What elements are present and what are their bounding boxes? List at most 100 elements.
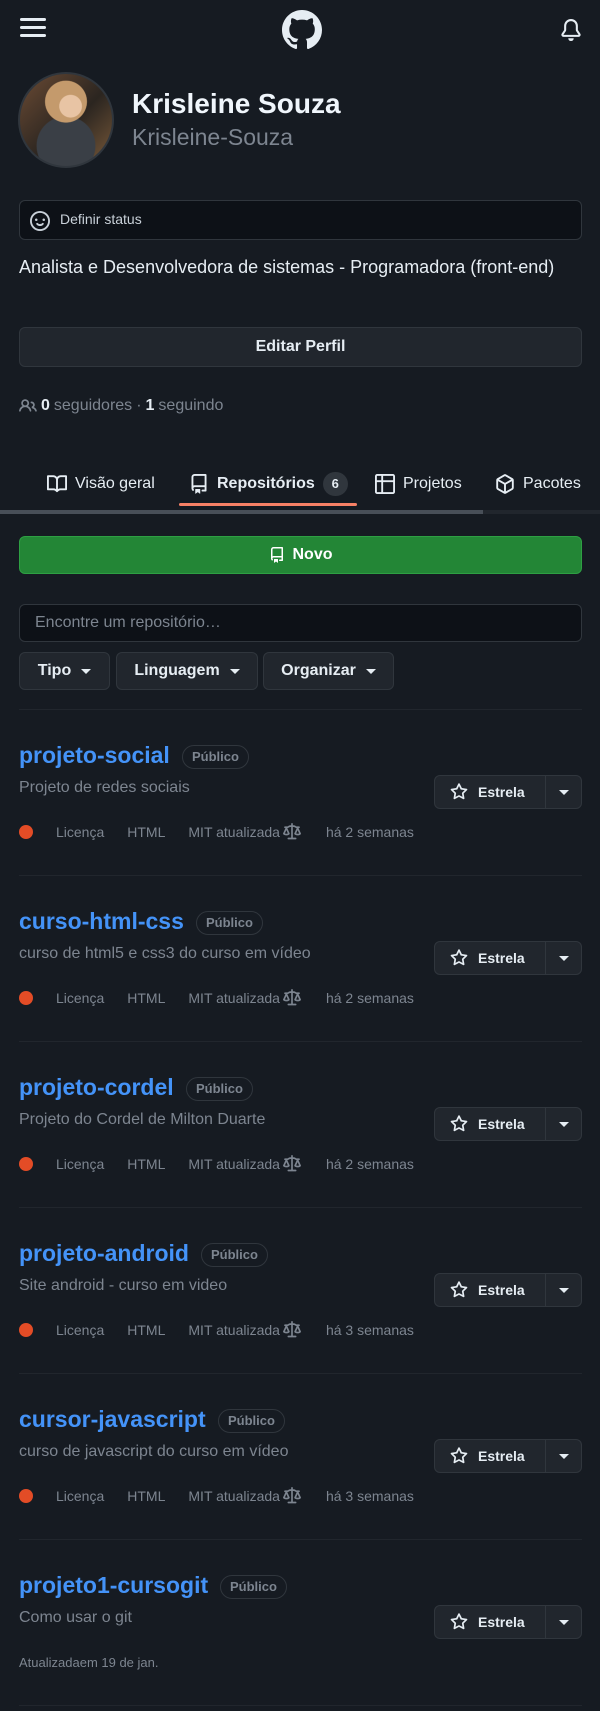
star-icon [450,1281,468,1298]
visibility-badge: Público [220,1575,287,1599]
set-status-button[interactable]: Definir status [19,200,582,240]
tab-packages[interactable]: Pacotes [495,460,581,508]
language-filter-button[interactable]: Linguagem [116,652,258,690]
language-color-dot [19,825,33,839]
set-status-label: Definir status [60,211,142,227]
following-label[interactable]: seguindo [158,397,223,415]
star-list-dropdown[interactable] [546,1605,582,1639]
chevron-down-icon [365,668,376,674]
github-logo-icon[interactable] [282,10,322,50]
profile-bio: Analista e Desenvolvedora de sistemas - … [19,257,555,277]
star-button-group: Estrela [434,1605,582,1639]
mit-license[interactable]: MIT atualizada [188,1487,302,1505]
mit-license[interactable]: MIT atualizada [188,1321,302,1339]
followers-label[interactable]: seguidores [54,397,132,415]
repository-name-link[interactable]: projeto-android [19,1240,189,1267]
divider [19,1539,582,1540]
chevron-down-icon [558,955,569,961]
repository-description: curso de html5 e css3 do curso em vídeo [19,945,311,962]
chevron-down-icon [558,1121,569,1127]
visibility-badge: Público [201,1243,268,1267]
star-label: Estrela [478,1116,525,1132]
bell-icon[interactable] [560,19,582,41]
star-button[interactable]: Estrela [434,1273,546,1307]
star-button[interactable]: Estrela [434,1107,546,1141]
type-filter-button[interactable]: Tipo [19,652,110,690]
repo-icon [270,547,283,563]
star-icon [450,783,468,800]
tab-overview-label: Visão geral [75,475,155,492]
star-list-dropdown[interactable] [546,775,582,809]
star-icon [450,949,468,966]
star-button[interactable]: Estrela [434,941,546,975]
updated-label: há 3 semanas [325,1488,414,1504]
divider [19,875,582,876]
mit-license[interactable]: MIT atualizada [188,823,302,841]
active-tab-indicator [179,503,357,506]
updated-label: há 2 semanas [325,990,414,1006]
repository-name-link[interactable]: projeto-cordel [19,1074,174,1101]
book-icon [47,475,67,493]
star-label: Estrela [478,950,525,966]
repository-search-input[interactable] [19,604,582,642]
law-icon [282,1155,301,1172]
license-label: Licença [56,1156,105,1172]
repository-item: projeto1-cursogit Público Como usar o gi… [0,1572,600,1711]
people-icon [19,399,37,412]
tab-overview[interactable]: Visão geral [47,460,155,508]
edit-profile-button[interactable]: Editar Perfil [19,327,582,367]
repository-meta: Licença HTML MIT atualizada há 3 semanas [19,1320,414,1340]
repository-meta: Licença HTML MIT atualizada há 2 semanas [19,1154,414,1174]
language-color-dot [19,1157,33,1171]
repository-name-link[interactable]: projeto1-cursogit [19,1572,208,1599]
sort-filter-label: Organizar [281,662,356,679]
star-icon [450,1613,468,1630]
mit-license[interactable]: MIT atualizada [188,1155,302,1173]
repository-name-link[interactable]: projeto-social [19,742,170,769]
language-label: HTML [127,990,166,1006]
mit-license[interactable]: MIT atualizada [188,989,302,1007]
profile-name: Krisleine Souza [132,88,341,119]
star-button[interactable]: Estrela [434,1605,546,1639]
updated-label: há 2 semanas [325,1156,414,1172]
star-label: Estrela [478,784,525,800]
following-count[interactable]: 1 [146,397,155,415]
star-list-dropdown[interactable] [546,1439,582,1473]
star-button[interactable]: Estrela [434,1439,546,1473]
new-repository-label: Novo [292,546,333,563]
repository-description: curso de javascript do curso em vídeo [19,1443,289,1460]
mit-label: MIT atualizada [188,1156,280,1172]
tab-packages-label: Pacotes [523,475,581,492]
hamburger-icon[interactable] [20,16,48,40]
tabs-scrollbar[interactable] [0,510,483,514]
new-repository-button[interactable]: Novo [19,536,582,574]
top-bar [0,0,600,60]
star-button-group: Estrela [434,1107,582,1141]
star-list-dropdown[interactable] [546,1273,582,1307]
language-label: HTML [127,1488,166,1504]
repository-item: projeto-cordel Público Projeto do Cordel… [0,1074,600,1239]
tab-projects[interactable]: Projetos [375,460,462,508]
language-color-dot [19,991,33,1005]
visibility-badge: Público [218,1409,285,1433]
sort-filter-button[interactable]: Organizar [263,652,394,690]
package-icon [496,474,514,494]
avatar[interactable] [18,72,114,168]
divider [19,1373,582,1374]
language-color-dot [19,1323,33,1337]
repository-name-link[interactable]: cursor-javascript [19,1406,206,1433]
star-list-dropdown[interactable] [546,941,582,975]
repository-description: Projeto de redes sociais [19,779,190,796]
chevron-down-icon [81,668,92,674]
star-button[interactable]: Estrela [434,775,546,809]
visibility-badge: Público [182,745,249,769]
repository-name-link[interactable]: curso-html-css [19,908,184,935]
star-list-dropdown[interactable] [546,1107,582,1141]
repository-meta: Licença HTML MIT atualizada há 3 semanas [19,1486,414,1506]
star-label: Estrela [478,1448,525,1464]
tab-repositories[interactable]: Repositórios 6 [189,460,348,508]
follow-stats: 0 seguidores · 1 seguindo [19,397,223,415]
language-label: HTML [127,824,166,840]
star-button-group: Estrela [434,775,582,809]
followers-count[interactable]: 0 [41,397,50,415]
